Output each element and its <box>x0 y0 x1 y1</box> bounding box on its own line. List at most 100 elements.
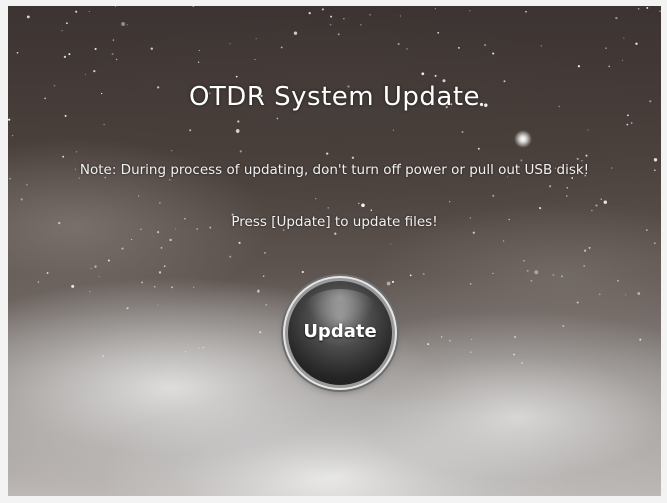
star-dot <box>156 230 160 234</box>
star-dot <box>102 355 105 358</box>
star-dot <box>502 240 505 242</box>
star-dot <box>107 259 110 262</box>
star-dot <box>94 47 97 51</box>
star-dot <box>530 279 533 282</box>
star-dot <box>37 281 40 283</box>
star-dot <box>514 335 517 339</box>
star-dot <box>484 44 487 47</box>
star-dot <box>276 117 279 120</box>
star-dot <box>492 272 494 274</box>
star-dot <box>534 270 539 275</box>
star-dot <box>154 286 156 288</box>
star-dot <box>548 185 552 188</box>
star-dot <box>526 269 529 272</box>
star-dot <box>197 61 200 63</box>
star-dot <box>659 10 661 12</box>
star-dot <box>126 24 128 26</box>
star-dot <box>448 339 452 342</box>
star-dot <box>560 275 564 278</box>
star-dot <box>170 149 173 152</box>
star-dot <box>262 275 265 278</box>
star-dot <box>169 179 171 181</box>
star-dot <box>160 247 163 249</box>
star-dot <box>370 209 373 211</box>
star-dot <box>552 274 555 276</box>
star-dot <box>89 290 91 293</box>
star-dot <box>84 73 86 75</box>
star-dot <box>477 147 480 150</box>
instruction-text: Press [Update] to update files! <box>231 214 438 230</box>
star-dot <box>115 58 118 61</box>
star-dot <box>440 336 443 338</box>
star-dot <box>639 338 642 341</box>
star-dot <box>259 331 262 334</box>
star-dot <box>623 37 625 39</box>
star-dot <box>595 204 598 207</box>
star-dot <box>458 47 460 49</box>
star-dot <box>397 42 400 46</box>
update-button[interactable]: Update <box>288 281 392 385</box>
warning-note: Note: During process of updating, don't … <box>79 162 590 178</box>
star-dot <box>189 129 192 132</box>
star-dot <box>238 241 241 244</box>
star-dot <box>434 74 437 77</box>
star-dot <box>566 195 568 197</box>
star-dot <box>255 37 257 40</box>
star-dot <box>237 120 240 123</box>
star-dot <box>20 198 23 201</box>
star-dot <box>62 155 65 158</box>
starfield-background <box>8 6 661 364</box>
star-dot <box>198 49 200 52</box>
star-dot <box>131 239 133 241</box>
star-dot <box>257 290 260 293</box>
star-dot <box>523 259 525 262</box>
star-dot <box>63 55 67 59</box>
star-dot <box>75 151 78 153</box>
star-dot <box>434 8 436 10</box>
star-dot <box>357 202 360 205</box>
star-dot <box>472 231 475 234</box>
star-dot <box>390 243 392 245</box>
star-dot <box>583 265 585 267</box>
star-dot <box>265 304 267 306</box>
star-dot <box>158 271 162 274</box>
star-dot <box>94 265 97 268</box>
star-dot <box>11 134 14 137</box>
star-dot <box>16 51 19 54</box>
star-dot <box>422 273 425 275</box>
star-dot <box>163 265 166 267</box>
star-dot <box>626 114 629 117</box>
star-dot <box>361 203 365 208</box>
star-dot <box>626 123 629 126</box>
star-dot <box>653 242 656 245</box>
star-dot <box>653 158 658 162</box>
star-dot <box>391 280 395 283</box>
star-dot <box>280 46 283 49</box>
star-dot <box>406 48 408 50</box>
star-dot <box>65 22 68 25</box>
star-dot <box>492 194 495 197</box>
star-dot <box>637 292 641 295</box>
star-dot <box>98 276 100 278</box>
star-dot <box>605 47 607 50</box>
star-dot <box>386 281 391 286</box>
star-dot <box>576 301 579 304</box>
star-dot <box>90 267 92 269</box>
star-dot <box>171 286 174 289</box>
star-dot <box>326 152 329 155</box>
star-dot <box>603 200 608 204</box>
star-dot <box>235 75 238 78</box>
star-dot <box>637 7 640 10</box>
star-dot <box>427 343 430 346</box>
star-dot <box>301 270 304 274</box>
star-dot <box>409 274 412 277</box>
bright-star-decoration <box>514 130 532 148</box>
star-dot <box>46 272 49 274</box>
star-dot <box>308 11 311 15</box>
star-dot <box>293 31 298 35</box>
star-dot <box>93 69 96 73</box>
star-dot <box>169 238 172 242</box>
star-dot <box>239 150 242 153</box>
star-dot <box>471 338 473 340</box>
star-dot <box>150 47 153 50</box>
